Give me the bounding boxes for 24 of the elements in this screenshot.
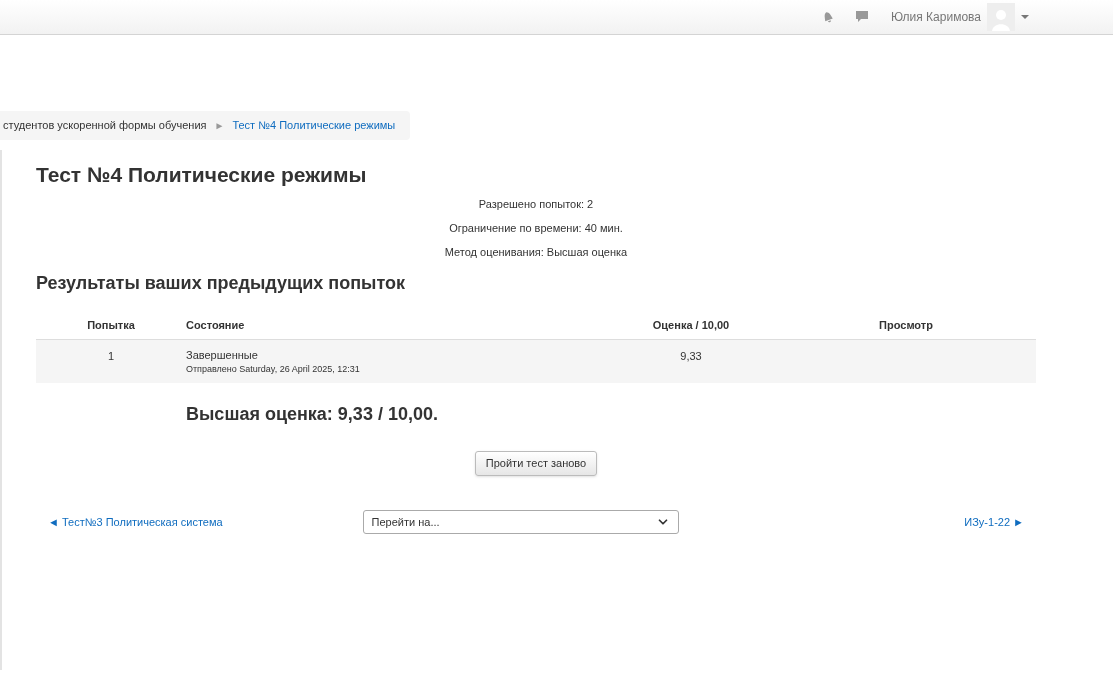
breadcrumb-separator: ► — [214, 119, 225, 133]
attempt-state: Завершенные — [186, 347, 259, 362]
retake-button[interactable]: Пройти тест заново — [474, 451, 598, 476]
breadcrumb-link[interactable]: Тест №4 Политические режимы — [232, 117, 396, 134]
jump-to-select[interactable]: Перейти на... — [362, 510, 679, 534]
quiz-info-text: Разрешено попыток: 2 — [478, 197, 594, 212]
chat-icon[interactable] — [855, 10, 869, 24]
quiz-info-text: Ограничение по времени: 40 мин. — [449, 221, 623, 236]
previous-activity-link[interactable]: ◄ Тест№3 Политическая система — [48, 513, 223, 531]
quiz-info-text: Метод оценивания: Высшая оценка — [444, 245, 628, 260]
table-cell: 1 — [36, 339, 186, 383]
caret-icon[interactable] — [1021, 14, 1029, 20]
submitted-date: Отправлено Saturday, 26 April 2025, 12:31 — [186, 362, 361, 376]
section-heading: Результаты ваших предыдущих попыток — [36, 272, 406, 294]
next-activity-link[interactable]: ИЗу-1-22 ► — [964, 513, 1024, 531]
column-header: Просмотр — [776, 312, 1036, 339]
highest-grade: Высшая оценка: 9,33 / 10,00. — [186, 403, 439, 425]
column-header: Состояние — [186, 312, 606, 339]
user-name[interactable]: Юлия Каримова — [891, 8, 981, 26]
page-title: Тест №4 Политические режимы — [36, 162, 368, 188]
table-cell: 9,33 — [606, 339, 776, 383]
column-header: Попытка — [36, 312, 186, 339]
column-header: Оценка / 10,00 — [606, 312, 776, 339]
breadcrumb-link[interactable]: студентов ускоренной формы обучения — [3, 117, 207, 134]
